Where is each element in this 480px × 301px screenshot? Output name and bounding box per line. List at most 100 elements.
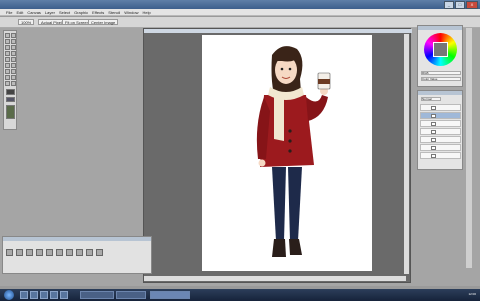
brush-icon[interactable] <box>16 249 23 256</box>
layer-row[interactable] <box>420 112 461 119</box>
layer-thumbnail <box>431 146 436 150</box>
rgb-field[interactable]: RGB <box>421 71 461 75</box>
shape-tool-icon[interactable] <box>11 51 16 56</box>
layer-row[interactable] <box>420 128 461 135</box>
brush-icon[interactable] <box>76 249 83 256</box>
saturation-value-square[interactable] <box>433 42 448 57</box>
maximize-button[interactable]: □ <box>455 1 465 9</box>
brush-icon[interactable] <box>56 249 63 256</box>
left-boot <box>272 239 286 257</box>
menu-layer[interactable]: Layer <box>45 10 55 15</box>
lasso-tool-icon[interactable] <box>5 39 10 44</box>
coat-button <box>288 149 292 153</box>
brush-icon[interactable] <box>46 249 53 256</box>
brush-icon-row <box>6 249 103 256</box>
start-button-icon[interactable] <box>4 290 14 300</box>
vertical-scrollbar[interactable] <box>404 34 409 274</box>
layer-row[interactable] <box>420 152 461 159</box>
window-controls: _ □ X <box>444 1 478 9</box>
layer-thumbnail <box>431 154 436 158</box>
texture-preview[interactable] <box>6 105 15 119</box>
left-leg <box>272 167 286 241</box>
brush-icon[interactable] <box>6 249 13 256</box>
color-wheel[interactable] <box>424 33 457 66</box>
menu-effects[interactable]: Effects <box>92 10 104 15</box>
toolbox <box>3 30 17 130</box>
coat-button <box>288 139 292 143</box>
zoom-field[interactable]: 100% <box>18 19 35 25</box>
brush-icon[interactable] <box>66 249 73 256</box>
smudge-tool-icon[interactable] <box>5 69 10 74</box>
menu-stencil[interactable]: Stencil <box>108 10 120 15</box>
layer-thumbnail <box>431 138 436 142</box>
dodge-tool-icon[interactable] <box>5 75 10 80</box>
color-panel: RGB Color Value <box>417 25 463 87</box>
blend-mode-select[interactable]: Normal <box>421 97 441 101</box>
layer-row[interactable] <box>420 136 461 143</box>
layers-panel: Normal <box>417 90 463 170</box>
hand-tool-icon[interactable] <box>5 81 10 86</box>
taskbar-item-active[interactable] <box>150 291 190 299</box>
layer-thumbnail <box>431 114 436 118</box>
brush-icon[interactable] <box>26 249 33 256</box>
color-value-field[interactable]: Color Value <box>421 77 461 81</box>
coffee-cup-sleeve <box>318 79 330 84</box>
scarf-tail <box>274 95 284 141</box>
select-tool-icon[interactable] <box>11 33 16 38</box>
close-button[interactable]: X <box>466 1 478 9</box>
title-bar: _ □ X <box>0 0 480 9</box>
taskbar-app-icon[interactable] <box>20 291 28 299</box>
taskbar-app-icon[interactable] <box>60 291 68 299</box>
brush-tool-icon[interactable] <box>5 57 10 62</box>
system-clock: 12:00 <box>468 292 476 296</box>
layer-row[interactable] <box>420 120 461 127</box>
center-image-button[interactable]: Center Image <box>88 19 119 25</box>
pencil-tool-icon[interactable] <box>11 57 16 62</box>
panel-header[interactable] <box>3 237 151 241</box>
foreground-color-swatch[interactable] <box>6 89 15 95</box>
document-tab[interactable] <box>144 29 412 33</box>
taskbar-app-icon[interactable] <box>50 291 58 299</box>
move-tool-icon[interactable] <box>5 33 10 38</box>
options-bar: 100% Actual Pixels Fit on Screen Center … <box>0 17 480 28</box>
right-boot <box>289 239 302 255</box>
menu-canvas[interactable]: Canvas <box>27 10 41 15</box>
right-sleeve-raised <box>306 95 328 121</box>
right-panel-scrollbar[interactable] <box>466 28 472 268</box>
eraser-tool-icon[interactable] <box>5 63 10 68</box>
text-tool-icon[interactable] <box>5 51 10 56</box>
crop-tool-icon[interactable] <box>5 45 10 50</box>
taskbar-app-icon[interactable] <box>40 291 48 299</box>
menu-file[interactable]: File <box>6 10 12 15</box>
fill-tool-icon[interactable] <box>11 63 16 68</box>
menu-graphic[interactable]: Graphic <box>74 10 88 15</box>
taskbar-app-icon[interactable] <box>30 291 38 299</box>
drawing-canvas[interactable] <box>202 35 372 271</box>
eyedropper-tool-icon[interactable] <box>11 45 16 50</box>
layers-panel-header[interactable] <box>418 91 462 95</box>
brush-icon[interactable] <box>36 249 43 256</box>
background-color-swatch[interactable] <box>6 97 15 102</box>
taskbar-item[interactable] <box>116 291 146 299</box>
layer-row[interactable] <box>420 144 461 151</box>
horizontal-scrollbar[interactable] <box>144 276 406 281</box>
brush-icon[interactable] <box>96 249 103 256</box>
brush-variants-panel <box>2 236 152 274</box>
brush-icon[interactable] <box>86 249 93 256</box>
blur-tool-icon[interactable] <box>11 69 16 74</box>
color-panel-header[interactable] <box>418 26 462 30</box>
coat-button <box>288 129 292 133</box>
menu-select[interactable]: Select <box>59 10 70 15</box>
menu-window[interactable]: Window <box>124 10 138 15</box>
magic-wand-tool-icon[interactable] <box>11 39 16 44</box>
taskbar-item[interactable] <box>80 291 114 299</box>
menu-help[interactable]: Help <box>142 10 150 15</box>
right-eye <box>288 67 292 71</box>
screen: _ □ X File Edit Canvas Layer Select Grap… <box>0 0 480 301</box>
zoom-tool-icon[interactable] <box>11 75 16 80</box>
layer-thumbnail <box>431 106 436 110</box>
minimize-button[interactable]: _ <box>444 1 454 9</box>
menu-edit[interactable]: Edit <box>16 10 23 15</box>
layer-row[interactable] <box>420 104 461 111</box>
clone-tool-icon[interactable] <box>11 81 16 86</box>
